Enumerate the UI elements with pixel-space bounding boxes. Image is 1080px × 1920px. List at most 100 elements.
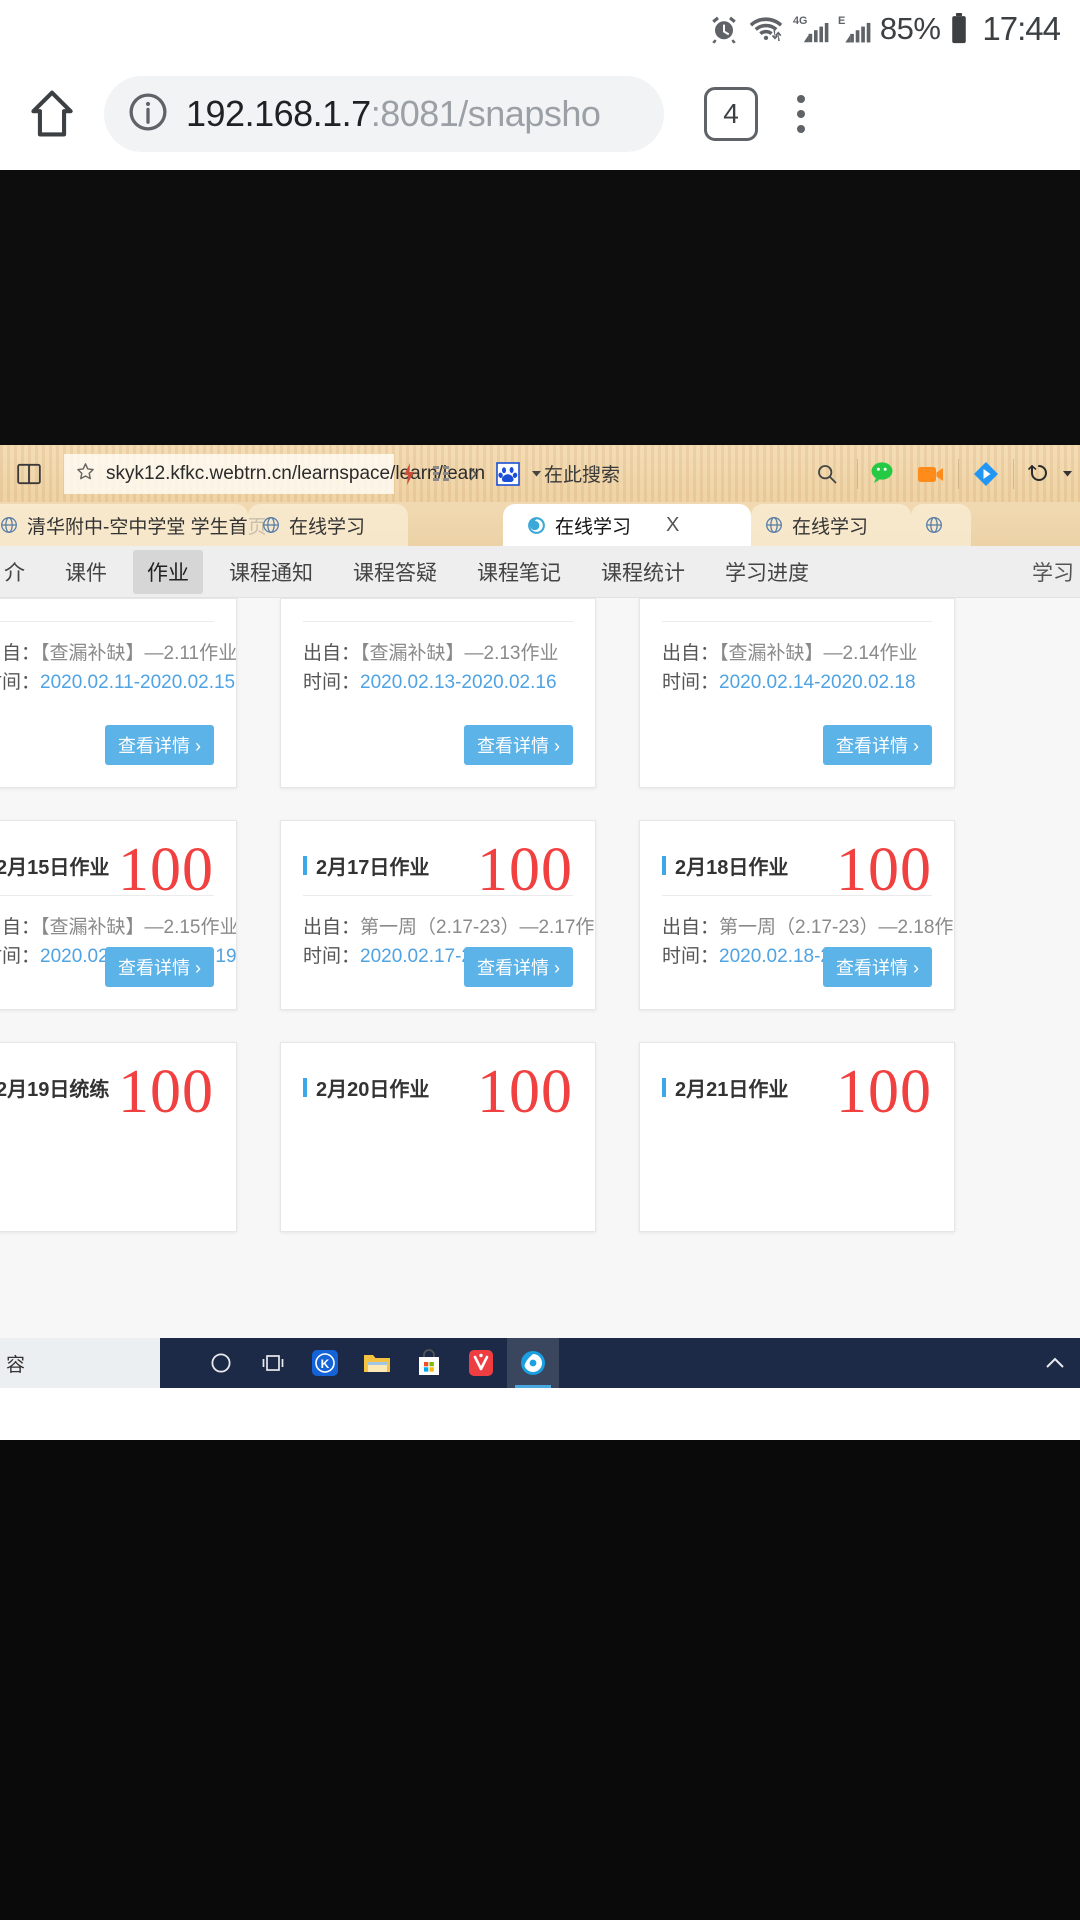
nav-item-progress[interactable]: 学习进度: [711, 550, 823, 594]
homework-cards-viewport[interactable]: 出自：【查漏补缺】—2.11作业 时间：2020.02.11-2020.02.1…: [0, 598, 1080, 1388]
card-title: 2月20日作业: [303, 1063, 429, 1102]
card-time-line: 时间：2020.02.14-2020.02.18: [662, 668, 932, 697]
globe-icon: [765, 516, 783, 534]
address-field[interactable]: skyk12.kfkc.webtrn.cn/learnspace/learn/l…: [64, 453, 485, 494]
homework-card[interactable]: 出自：【查漏补缺】—2.14作业 时间：2020.02.14-2020.02.1…: [639, 598, 955, 788]
star-icon[interactable]: [76, 462, 95, 486]
grid-gutter: [955, 598, 998, 788]
browser-tab-active[interactable]: 在线学习 X: [503, 504, 751, 546]
homework-card[interactable]: 2月18日作业 100 出自：第一周（2.17-23）—2.18作业 时间：20…: [639, 820, 955, 1010]
browser-tab[interactable]: 清华附中-空中学堂 学生首页: [0, 504, 267, 546]
url-bar[interactable]: 192.168.1.7:8081/snapsho: [104, 76, 664, 152]
microsoft-store-icon[interactable]: [403, 1338, 455, 1388]
homework-card[interactable]: 出自：【查漏补缺】—2.13作业 时间：2020.02.13-2020.02.1…: [280, 598, 596, 788]
search-icon[interactable]: [801, 463, 853, 485]
browser-tab[interactable]: [911, 504, 971, 546]
alarm-icon: [709, 14, 739, 44]
card-header: 2月17日作业 100: [303, 821, 573, 901]
nav-item-courseware[interactable]: 课件: [51, 550, 121, 594]
android-status-bar: 4G E 85% 17:44: [0, 0, 1080, 58]
qrcode-icon[interactable]: [424, 465, 458, 483]
baidu-paw-icon[interactable]: [488, 461, 528, 486]
view-detail-button[interactable]: 查看详情 ›: [823, 725, 932, 765]
nav-item-notice[interactable]: 课程通知: [215, 550, 327, 594]
kingsoft-k-icon[interactable]: K: [299, 1338, 351, 1388]
source-value: 【查漏补缺】—2.13作业: [360, 643, 559, 664]
title-accent-bar: [662, 1078, 666, 1097]
globe-icon: [262, 516, 280, 534]
taskbar-search-box[interactable]: 容: [0, 1338, 160, 1388]
card-source-line: 出自：第一周（2.17-23）—2.18作业: [662, 913, 954, 942]
card-title: 2月18日作业: [662, 841, 788, 880]
homework-card[interactable]: 2月21日作业 100: [639, 1042, 955, 1232]
nav-item-statistics[interactable]: 课程统计: [587, 550, 699, 594]
browser-tab[interactable]: 在线学习: [751, 504, 911, 546]
nav-item-qa[interactable]: 课程答疑: [339, 550, 451, 594]
view-detail-button[interactable]: 查看详情 ›: [464, 725, 573, 765]
wechat-icon[interactable]: [862, 460, 908, 487]
view-detail-button[interactable]: 查看详情 ›: [823, 947, 932, 987]
caret-down-icon[interactable]: [528, 470, 544, 477]
qq-browser-icon[interactable]: [507, 1338, 559, 1388]
card-header: 2月15日作业 100: [0, 821, 214, 901]
chevron-right-icon[interactable]: [458, 465, 488, 483]
reload-icon[interactable]: [1018, 462, 1060, 486]
view-detail-button[interactable]: 查看详情 ›: [464, 947, 573, 987]
homework-card[interactable]: 2月15日作业 100 出自：【查漏补缺】—2.15作业 时间：2020.02.…: [0, 820, 237, 1010]
browser-tab-strip: 清华附中-空中学堂 学生首页 在线学习 在线学习 X 在线学习: [0, 502, 1080, 546]
nav-right-label[interactable]: 学习: [1032, 557, 1074, 587]
card-title: 2月19日统练: [0, 1063, 109, 1102]
homework-card[interactable]: 出自：【查漏补缺】—2.11作业 时间：2020.02.11-2020.02.1…: [0, 598, 237, 788]
home-icon[interactable]: [0, 88, 104, 140]
homework-card[interactable]: 2月20日作业 100: [280, 1042, 596, 1232]
status-clock: 17:44: [982, 10, 1061, 47]
card-score: 100: [477, 1058, 573, 1126]
toolbar-divider-3: [1013, 458, 1014, 489]
source-value: 【查漏补缺】—2.15作业: [40, 917, 237, 938]
homework-card[interactable]: 2月19日统练 100: [0, 1042, 237, 1232]
browser-tab[interactable]: 在线学习: [248, 504, 408, 546]
svg-text:K: K: [321, 1357, 330, 1371]
nav-item-notes[interactable]: 课程笔记: [463, 550, 575, 594]
nav-item-intro[interactable]: 介: [0, 550, 39, 594]
card-title: 2月15日作业: [0, 841, 109, 880]
lightning-icon[interactable]: [394, 462, 424, 485]
chevron-up-icon[interactable]: [1044, 1349, 1066, 1377]
globe-icon: [925, 516, 943, 534]
book-sidebar-icon[interactable]: [0, 462, 58, 486]
time-label: 时间：: [662, 672, 720, 694]
title-accent-bar: [303, 1078, 307, 1097]
card-score: 100: [477, 836, 573, 904]
player-icon[interactable]: [963, 460, 1009, 488]
video-recorder-icon[interactable]: [908, 464, 954, 484]
card-title-text: 2月18日作业: [675, 857, 789, 879]
vivaldi-icon[interactable]: [455, 1338, 507, 1388]
homework-card[interactable]: 2月17日作业 100 出自：第一周（2.17-23）—2.17作业 时间：20…: [280, 820, 596, 1010]
grid-gutter: [596, 598, 639, 788]
toolbar-divider: [857, 458, 858, 489]
grid-gutter: [998, 1042, 1080, 1232]
kebab-menu-icon[interactable]: [758, 95, 844, 133]
card-title: 2月17日作业: [303, 841, 429, 880]
cortana-circle-icon[interactable]: [195, 1338, 247, 1388]
windows-taskbar: 容 K: [0, 1338, 1080, 1388]
card-header: 2月21日作业 100: [662, 1043, 932, 1123]
reload-caret-down-icon[interactable]: [1060, 470, 1080, 477]
source-value: 第一周（2.17-23）—2.17作业: [360, 917, 596, 938]
close-icon[interactable]: X: [666, 514, 679, 537]
card-meta: 出自：【查漏补缺】—2.11作业 时间：2020.02.11-2020.02.1…: [0, 622, 236, 698]
card-score: 100: [118, 1058, 214, 1126]
nav-item-homework[interactable]: 作业: [133, 549, 203, 594]
info-circle-icon[interactable]: [126, 90, 170, 139]
card-header: 2月19日统练 100: [0, 1043, 214, 1123]
title-accent-bar: [303, 856, 307, 875]
file-explorer-icon[interactable]: [351, 1338, 403, 1388]
task-view-icon[interactable]: [247, 1338, 299, 1388]
source-label: 出自：: [303, 917, 361, 938]
source-label: 出自：: [662, 917, 720, 938]
tab-count-button[interactable]: 4: [704, 87, 758, 141]
android-browser-shell: 4G E 85% 17:44 192.168.1.7:8081/snapsho …: [0, 0, 1080, 170]
time-label: 时间：: [303, 672, 361, 694]
view-detail-button[interactable]: 查看详情 ›: [105, 725, 214, 765]
view-detail-button[interactable]: 查看详情 ›: [105, 947, 214, 987]
